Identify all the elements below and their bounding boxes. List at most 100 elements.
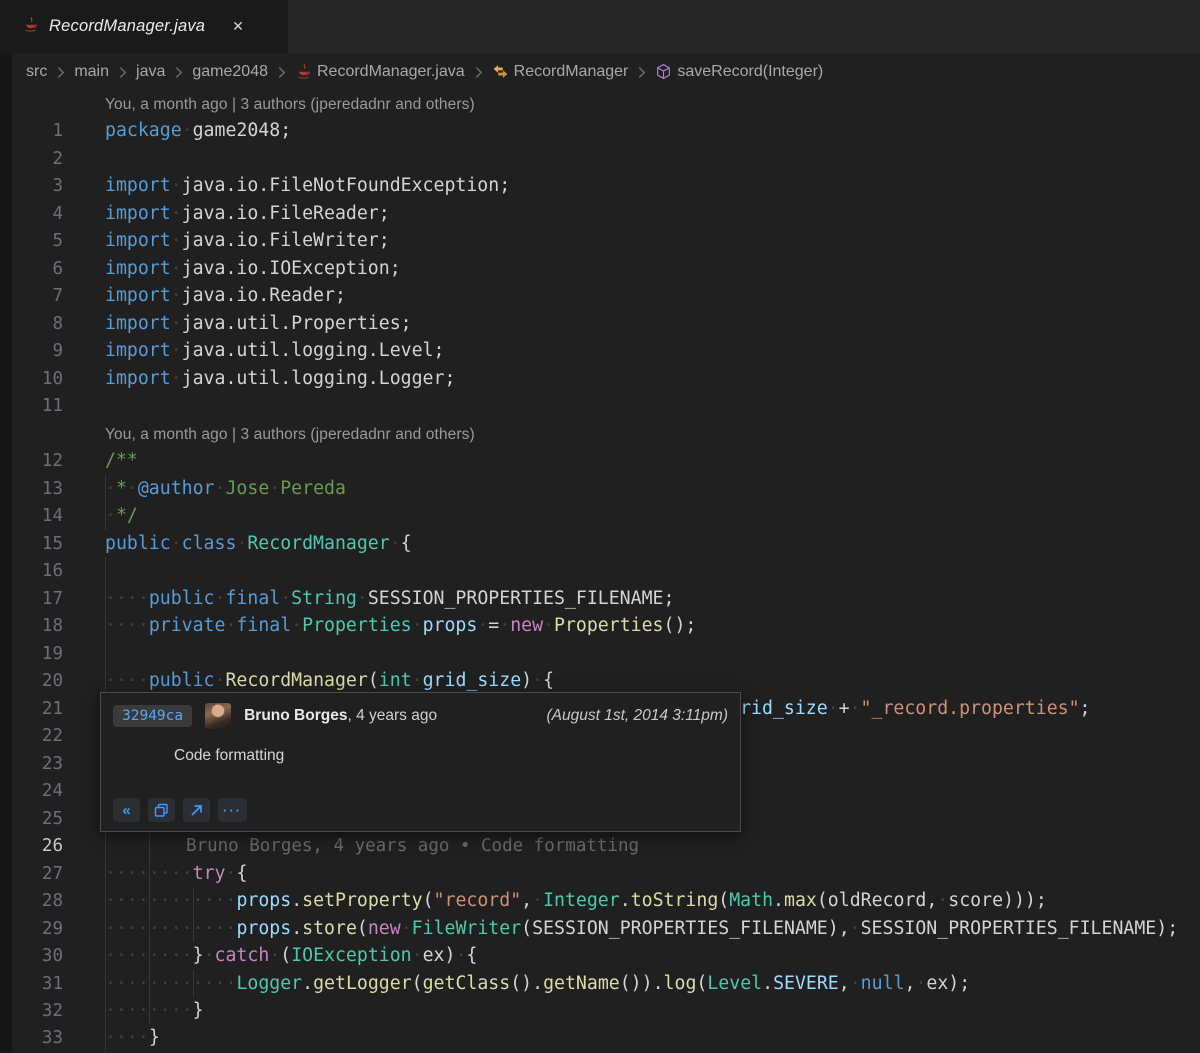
copy-icon bbox=[154, 803, 169, 818]
popup-header: 32949ca Bruno Borges, 4 years ago (Augus… bbox=[101, 693, 740, 729]
blame-annotation-row[interactable]: You, a month ago | 3 authors (jperedadnr… bbox=[12, 420, 1200, 447]
blame-annotation-text: You, a month ago | 3 authors (jperedadnr… bbox=[105, 426, 475, 443]
code-line-18[interactable]: 18····private·final·Properties·props·=·n… bbox=[12, 612, 1200, 639]
show-previous-blame-button[interactable]: « bbox=[113, 798, 140, 822]
line-number: 10 bbox=[12, 366, 63, 393]
code-line-15[interactable]: 15 public·class·RecordManager·{ bbox=[12, 530, 1200, 557]
code-line-11[interactable]: 11 bbox=[12, 392, 1200, 419]
code-line-19[interactable]: 19 bbox=[12, 640, 1200, 667]
code-text: ············props.setProperty("record",·… bbox=[105, 890, 1047, 911]
code-line-28[interactable]: 28············props.setProperty("record"… bbox=[12, 887, 1200, 914]
code-text: import·java.io.Reader; bbox=[105, 285, 346, 306]
code-line-26[interactable]: 26Bruno Borges, 4 years ago • Code forma… bbox=[12, 832, 1200, 859]
code-text: import·java.io.FileNotFoundException; bbox=[105, 175, 510, 196]
code-editor[interactable]: You, a month ago | 3 authors (jperedadnr… bbox=[12, 90, 1200, 1052]
line-number: 25 bbox=[12, 806, 63, 833]
line-number: 23 bbox=[12, 751, 63, 778]
tab-recordmanager-java[interactable]: RecordManager.java ✕ bbox=[0, 0, 288, 53]
code-line-13[interactable]: 13·*·@author·Jose·Pereda bbox=[12, 475, 1200, 502]
code-text: ·*/ bbox=[105, 505, 138, 526]
close-icon[interactable]: ✕ bbox=[228, 16, 248, 37]
blame-annotation-row[interactable]: You, a month ago | 3 authors (jperedadnr… bbox=[12, 90, 1200, 117]
code-line-20[interactable]: 20 ····public·RecordManager(int·grid_size… bbox=[12, 667, 1200, 694]
code-line-4[interactable]: 4import·java.io.FileReader; bbox=[12, 200, 1200, 227]
commit-hash-chip[interactable]: 32949ca bbox=[113, 705, 192, 727]
code-line-2[interactable]: 2 bbox=[12, 145, 1200, 172]
line-number: 16 bbox=[12, 558, 63, 585]
code-line-29[interactable]: 29············props.store(new·FileWriter… bbox=[12, 915, 1200, 942]
open-commit-on-remote-button[interactable] bbox=[183, 798, 210, 822]
method-icon bbox=[655, 63, 672, 80]
breadcrumb-item-saverecord-integer-[interactable]: saveRecord(Integer) bbox=[655, 63, 823, 81]
breadcrumb-separator-icon bbox=[56, 66, 65, 79]
code-text: /** bbox=[105, 450, 138, 471]
line-number: 24 bbox=[12, 778, 63, 805]
code-line-16[interactable]: 16 bbox=[12, 557, 1200, 584]
code-text: ·*·@author·Jose·Pereda bbox=[105, 478, 346, 499]
breadcrumb-item-main[interactable]: main bbox=[74, 63, 109, 81]
code-line-32[interactable]: 32········} bbox=[12, 997, 1200, 1024]
breadcrumb-item-game2048[interactable]: game2048 bbox=[192, 63, 268, 81]
line-number: 11 bbox=[12, 393, 63, 420]
more-actions-button[interactable]: ··· bbox=[218, 798, 247, 822]
tab-bar: RecordManager.java ✕ bbox=[0, 0, 1200, 53]
breadcrumb-item-recordmanager[interactable]: RecordManager bbox=[492, 63, 629, 81]
code-line-9[interactable]: 9 import·java.util.logging.Level; bbox=[12, 337, 1200, 364]
code-line-6[interactable]: 6import·java.io.IOException; bbox=[12, 255, 1200, 282]
commit-date: (August 1st, 2014 3:11pm) bbox=[546, 707, 730, 725]
code-text: import·java.io.FileReader; bbox=[105, 203, 390, 224]
code-text: ····public·final·String·SESSION_PROPERTI… bbox=[105, 588, 674, 609]
code-line-10[interactable]: 10import·java.util.logging.Logger; bbox=[12, 365, 1200, 392]
breadcrumb-item-recordmanager-java[interactable]: RecordManager.java bbox=[295, 63, 465, 81]
commit-message: Code formatting bbox=[101, 747, 740, 765]
line-number: 9 bbox=[12, 338, 63, 365]
line-number: 27 bbox=[12, 861, 63, 888]
java-file-icon bbox=[22, 16, 39, 38]
code-line-3[interactable]: 3 import·java.io.FileNotFoundException; bbox=[12, 172, 1200, 199]
arrow-up-right-icon bbox=[189, 803, 204, 818]
line-number: 20 bbox=[12, 668, 63, 695]
code-line-14[interactable]: 14·*/ bbox=[12, 502, 1200, 529]
breadcrumb-item-java[interactable]: java bbox=[136, 63, 165, 81]
code-text: public·class·RecordManager·{ bbox=[105, 533, 412, 554]
class-icon bbox=[492, 63, 509, 80]
breadcrumb-separator-icon bbox=[474, 66, 483, 79]
popup-toolbar: « ··· bbox=[113, 798, 247, 822]
editor-left-edge bbox=[0, 53, 12, 1052]
breadcrumb-label: java bbox=[136, 63, 165, 81]
commit-time-ago: , 4 years ago bbox=[347, 707, 437, 724]
tab-title: RecordManager.java bbox=[49, 17, 205, 36]
line-number: 32 bbox=[12, 998, 63, 1025]
commit-author-name: Bruno Borges bbox=[244, 707, 347, 724]
code-line-31[interactable]: 31············Logger.getLogger(getClass(… bbox=[12, 970, 1200, 997]
breadcrumb-separator-icon bbox=[637, 66, 646, 79]
code-line-27[interactable]: 27········try·{ bbox=[12, 860, 1200, 887]
commit-author: Bruno Borges, 4 years ago bbox=[244, 707, 437, 725]
line-number: 15 bbox=[12, 531, 63, 558]
breadcrumb-item-src[interactable]: src bbox=[26, 63, 47, 81]
line-number: 30 bbox=[12, 943, 63, 970]
code-text: ····public·RecordManager(int·grid_size)·… bbox=[105, 670, 554, 691]
code-line-30[interactable]: 30········}·catch·(IOException·ex)·{ bbox=[12, 942, 1200, 969]
line-number: 3 bbox=[12, 173, 63, 200]
line-number: 33 bbox=[12, 1025, 63, 1052]
code-line-8[interactable]: 8import·java.util.Properties; bbox=[12, 310, 1200, 337]
breadcrumb-label: saveRecord(Integer) bbox=[677, 63, 823, 81]
code-line-12[interactable]: 12/** bbox=[12, 447, 1200, 474]
line-number: 5 bbox=[12, 228, 63, 255]
breadcrumb: src main java game2048 RecordManager.java Rec… bbox=[12, 53, 1200, 90]
line-number: 31 bbox=[12, 971, 63, 998]
breadcrumb-label: game2048 bbox=[192, 63, 268, 81]
code-text: import·java.util.logging.Level; bbox=[105, 340, 444, 361]
breadcrumb-separator-icon bbox=[277, 66, 286, 79]
breadcrumb-separator-icon bbox=[118, 66, 127, 79]
line-number: 18 bbox=[12, 613, 63, 640]
copy-commit-id-button[interactable] bbox=[148, 798, 175, 822]
ellipsis-icon: ··· bbox=[223, 802, 242, 819]
code-line-33[interactable]: 33····} bbox=[12, 1024, 1200, 1051]
code-line-5[interactable]: 5import·java.io.FileWriter; bbox=[12, 227, 1200, 254]
code-line-7[interactable]: 7import·java.io.Reader; bbox=[12, 282, 1200, 309]
java-file-icon bbox=[295, 63, 312, 80]
code-line-1[interactable]: 1package·game2048; bbox=[12, 117, 1200, 144]
code-line-17[interactable]: 17····public·final·String·SESSION_PROPER… bbox=[12, 585, 1200, 612]
